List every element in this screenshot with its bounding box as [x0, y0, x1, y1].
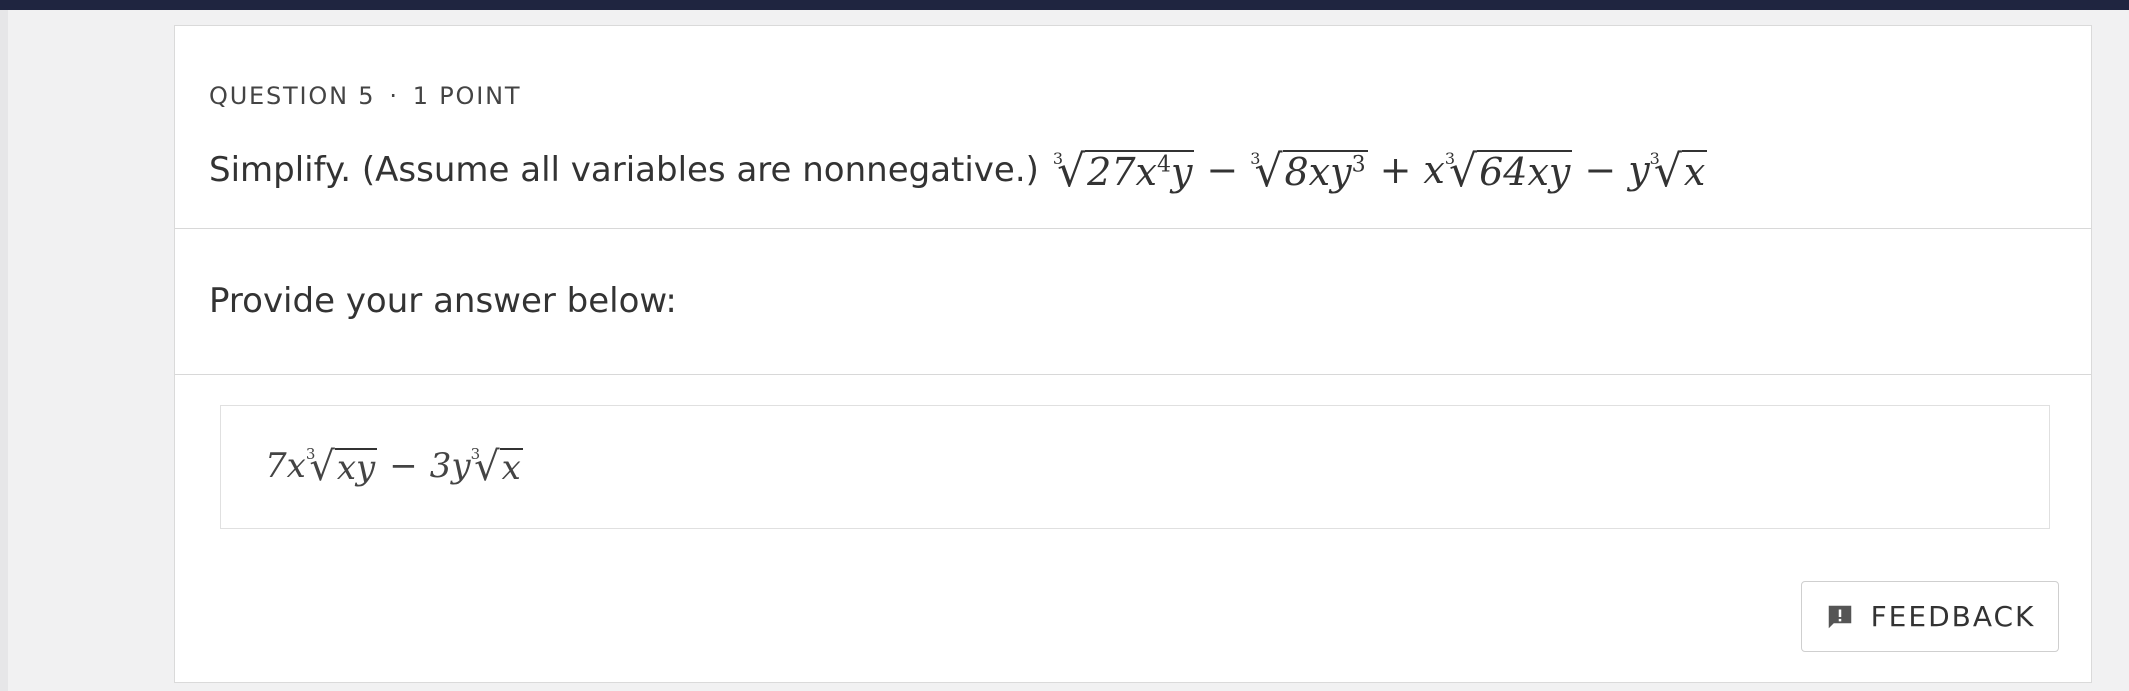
operator: − — [1584, 147, 1617, 192]
question-card: QUESTION 5 · 1 POINT Simplify. (Assume all… — [174, 25, 2092, 683]
coefficient: y — [1628, 147, 1650, 192]
exponent: 4 — [1156, 152, 1171, 178]
radical-term-1: 3 √ 27x4y — [1053, 146, 1195, 194]
answer-radical-1: 3 √ xy — [305, 444, 378, 488]
coefficient: x — [1423, 147, 1445, 192]
operator: + — [1379, 147, 1412, 192]
header-separator: · — [389, 82, 399, 110]
radicand: 27x4y — [1085, 150, 1195, 194]
operator: − — [389, 445, 418, 486]
answer-input[interactable]: 7x 3 √ xy − 3y 3 √ x — [220, 405, 2050, 529]
feedback-button[interactable]: FEEDBACK — [1801, 581, 2059, 652]
radical-index: 3 — [470, 445, 481, 464]
coefficient: 7x — [265, 445, 306, 486]
radicand-text: 8xy — [1284, 150, 1352, 194]
radicand: x — [499, 448, 523, 488]
question-header: QUESTION 5 · 1 POINT — [209, 82, 521, 110]
coefficient: 3y — [429, 445, 471, 486]
answer-radical-2: 3 √ x — [471, 444, 523, 487]
answer-prompt: Provide your answer below: — [209, 281, 677, 321]
operator: − — [1206, 147, 1239, 192]
exponent: 3 — [1351, 152, 1366, 178]
radicand: 64xy — [1477, 150, 1573, 194]
answer-prompt-section: Provide your answer below: — [175, 229, 2091, 375]
answer-expression: 7x 3 √ xy − 3y 3 √ x — [265, 444, 523, 487]
radicand: 8xy3 — [1282, 150, 1368, 194]
question-text: Simplify. (Assume all variables are nonn… — [209, 146, 1708, 194]
question-prompt: Simplify. (Assume all variables are nonn… — [209, 149, 1039, 190]
radicand-text: 27x — [1087, 150, 1157, 194]
radical-term-2: 3 √ 8xy3 — [1250, 146, 1368, 194]
radicand-tail: y — [1170, 150, 1193, 194]
radical-term-4: 3 √ x — [1650, 146, 1708, 194]
question-section: QUESTION 5 · 1 POINT Simplify. (Assume all… — [175, 26, 2091, 229]
radicand: x — [1681, 150, 1708, 194]
question-number: QUESTION 5 — [209, 82, 376, 110]
feedback-icon — [1825, 602, 1855, 632]
radical-index: 3 — [1649, 148, 1660, 168]
feedback-label: FEEDBACK — [1870, 600, 2036, 633]
left-strip — [0, 10, 8, 691]
radical-index: 3 — [1444, 148, 1456, 168]
radical-index: 3 — [1052, 148, 1064, 168]
radical-index: 3 — [1250, 148, 1261, 168]
question-expression: 3 √ 27x4y − 3 √ 8xy3 + x 3 √ 64xy − y 3 … — [1053, 146, 1708, 194]
radical-term-3: 3 √ 64xy — [1445, 146, 1573, 194]
question-points: 1 POINT — [412, 82, 522, 110]
radical-index: 3 — [305, 445, 316, 464]
radicand: xy — [334, 448, 378, 488]
top-bar — [0, 0, 2129, 10]
